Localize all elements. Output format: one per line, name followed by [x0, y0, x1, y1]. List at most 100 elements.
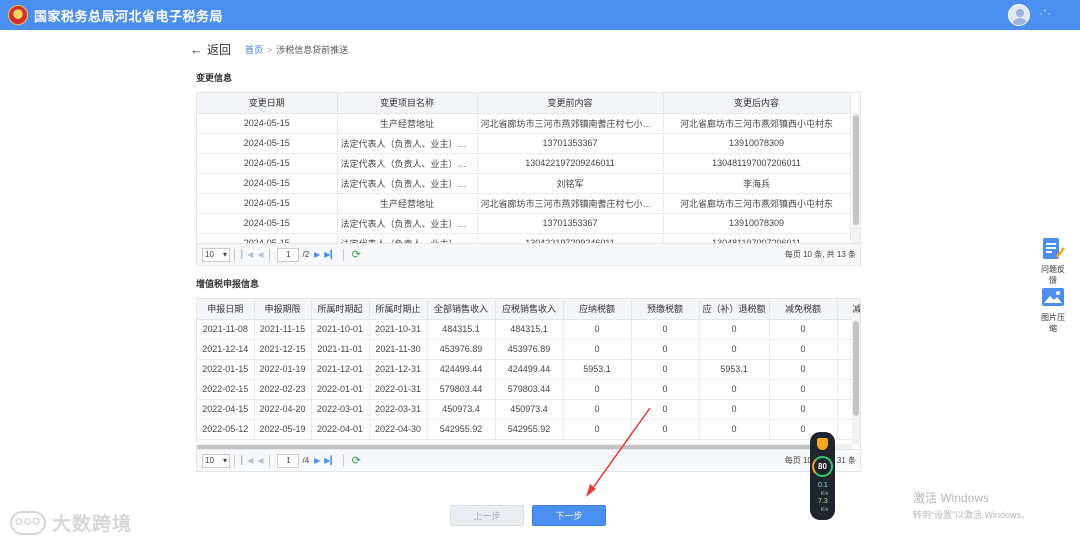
network-speed-widget[interactable]: 80 0.1 K/s 7.3 K/s — [810, 432, 835, 520]
table-cell: 2024-05-15 — [197, 173, 338, 194]
first-page-icon[interactable]: ▎◀ — [241, 456, 253, 465]
table-row[interactable]: 2021-11-08 2021-11-15 2021-10-01 2021-10… — [197, 319, 860, 340]
column-header[interactable]: 所属时期止 — [369, 299, 428, 320]
table-cell: 2021-12-15 — [254, 339, 312, 360]
column-header[interactable]: 应（补）退税额 — [699, 299, 770, 320]
table-cell: 2022-03-01 — [311, 399, 370, 420]
table-row[interactable]: 2024-05-15 生产经营地址 河北省廊坊市三河市燕郊镇南蓍庄村七小路29号… — [197, 113, 851, 134]
column-header[interactable]: 申报日期 — [197, 299, 255, 320]
activation-title: 激活 Windows — [913, 491, 990, 505]
cpu-percent: 80 — [812, 456, 833, 477]
prev-page-icon[interactable]: ◀ — [257, 456, 263, 465]
table-cell: 0 — [631, 399, 700, 420]
back-button[interactable]: ← 返回 — [190, 41, 231, 58]
table-cell: 0 — [631, 339, 700, 360]
table-cell: 2024-05-15 — [197, 153, 338, 174]
previous-step-button[interactable]: 上一步 — [450, 505, 524, 526]
table-cell: 2021-11-08 — [197, 319, 255, 340]
table-cell: 0 — [631, 379, 700, 400]
table-row[interactable]: 2024-05-15 法定代表人（负责人、业主）姓名 刘铭军 李海兵 — [197, 173, 851, 194]
user-avatar[interactable] — [1008, 4, 1030, 26]
table-cell: 2022-01-31 — [369, 379, 428, 400]
column-header[interactable]: 减 — [837, 299, 860, 320]
tax-emblem-icon — [8, 5, 28, 25]
change-table-vertical-scrollbar[interactable] — [852, 113, 860, 243]
table-cell: 生产经营地址 — [337, 113, 478, 134]
prev-page-icon[interactable]: ◀ — [257, 250, 263, 259]
table-cell: 2022-01-19 — [254, 359, 312, 380]
chevron-down-icon: ▾ — [222, 250, 227, 259]
table-cell: 13910078309 — [663, 133, 851, 154]
table-row[interactable]: 2024-05-15 生产经营地址 河北省廊坊市三河市燕郊镇南蓍庄村七小路29号… — [197, 193, 851, 214]
page-size-select[interactable]: 10 ▾ — [202, 453, 230, 468]
table-cell: 0 — [631, 359, 700, 380]
table-cell: 130481197007206011 — [663, 153, 851, 174]
image-compress-icon — [1042, 288, 1064, 306]
table-row[interactable]: 2024-05-15 法定代表人（负责人、业主）移动... 1370135336… — [197, 213, 851, 234]
column-header[interactable]: 变更后内容 — [663, 93, 851, 114]
table-cell: 2024-05-15 — [197, 233, 338, 243]
column-header[interactable]: 预缴税额 — [631, 299, 700, 320]
table-row[interactable]: 2022-02-15 2022-02-23 2022-01-01 2022-01… — [197, 379, 860, 400]
table-cell: 0 — [699, 319, 770, 340]
table-cell: 453976.89 — [495, 339, 564, 360]
table-row[interactable]: 2024-05-15 法定代表人（负责人、业主）证件... 1304221972… — [197, 233, 851, 243]
table-cell: 0 — [699, 399, 770, 420]
table-cell: 2022-05-19 — [254, 419, 312, 440]
next-page-icon[interactable]: ▶ — [314, 250, 320, 259]
column-header[interactable]: 应税销售收入 — [495, 299, 564, 320]
column-header[interactable]: 所属时期起 — [311, 299, 370, 320]
page-size-select[interactable]: 10 ▾ — [202, 247, 230, 262]
last-page-icon[interactable]: ▶▎ — [324, 250, 336, 259]
table-row[interactable]: 2024-05-15 法定代表人（负责人、业主）证件... 1304221972… — [197, 153, 851, 174]
last-page-icon[interactable]: ▶▎ — [324, 456, 336, 465]
column-header[interactable]: 申报期限 — [254, 299, 312, 320]
change-table-header: 变更日期 变更项目名称 变更前内容 变更后内容 — [197, 93, 851, 114]
next-page-icon[interactable]: ▶ — [314, 456, 320, 465]
scrollbar-thumb[interactable] — [853, 321, 859, 416]
page-number-input[interactable]: 1 — [277, 453, 300, 468]
table-cell: 2022-04-15 — [197, 399, 255, 420]
scrollbar-thumb[interactable] — [197, 445, 822, 449]
shield-icon — [817, 438, 828, 450]
refresh-icon[interactable]: ⟳ — [352, 454, 361, 467]
page-number-input[interactable]: 1 — [277, 247, 300, 262]
feedback-tool[interactable]: 问题反馈 — [1038, 236, 1068, 286]
breadcrumb-home-link[interactable]: 首页 — [245, 43, 263, 56]
column-header[interactable]: 变更前内容 — [477, 93, 664, 114]
table-cell: 0 — [769, 359, 838, 380]
table-cell: 2022-03-31 — [369, 399, 428, 420]
next-step-button[interactable]: 下一步 — [532, 505, 606, 526]
column-header[interactable]: 变更项目名称 — [337, 93, 478, 114]
table-row[interactable]: 2022-05-12 2022-05-19 2022-04-01 2022-04… — [197, 419, 860, 440]
table-cell: 2024-05-15 — [197, 133, 338, 154]
column-header[interactable]: 全部销售收入 — [427, 299, 496, 320]
table-row[interactable]: 2022-01-15 2022-01-19 2021-12-01 2021-12… — [197, 359, 860, 380]
table-cell: 453976.89 — [427, 339, 496, 360]
table-cell: 河北省廊坊市三河市燕郊镇西小屯村东 — [663, 113, 851, 134]
image-compress-tool[interactable]: 图片压缩 — [1038, 284, 1068, 334]
vat-table-vertical-scrollbar[interactable] — [852, 319, 860, 444]
first-page-icon[interactable]: ▎◀ — [241, 250, 253, 259]
watermark: OOO 大数跨境 — [10, 509, 132, 536]
vat-table-header: 申报日期 申报期限 所属时期起 所属时期止 全部销售收入 应税销售收入 应纳税额… — [197, 299, 860, 320]
column-header[interactable]: 应纳税额 — [563, 299, 632, 320]
pager-divider — [234, 248, 235, 261]
table-cell: 13701353367 — [477, 213, 664, 234]
table-row[interactable]: 2022-04-15 2022-04-20 2022-03-01 2022-03… — [197, 399, 860, 420]
refresh-icon[interactable]: ⟳ — [352, 248, 361, 261]
table-cell: 450973.4 — [427, 399, 496, 420]
table-cell: 130422197209246011 — [477, 153, 664, 174]
table-cell: 0 — [631, 419, 700, 440]
app-title: 国家税务总局河北省电子税务局 — [34, 8, 224, 24]
table-cell: 484315.1 — [495, 319, 564, 340]
pager-divider — [269, 454, 271, 467]
scrollbar-thumb[interactable] — [853, 115, 859, 225]
table-cell: 法定代表人（负责人、业主）姓名 — [337, 173, 478, 194]
column-header[interactable]: 减免税额 — [769, 299, 838, 320]
table-row[interactable]: 2024-05-15 法定代表人（负责人、业主）移动... 1370135336… — [197, 133, 851, 154]
username[interactable]: ·ʻ· — [1039, 8, 1052, 20]
table-row[interactable]: 2021-12-14 2021-12-15 2021-11-01 2021-11… — [197, 339, 860, 360]
chevron-down-icon: ▾ — [222, 456, 227, 465]
column-header[interactable]: 变更日期 — [197, 93, 338, 114]
